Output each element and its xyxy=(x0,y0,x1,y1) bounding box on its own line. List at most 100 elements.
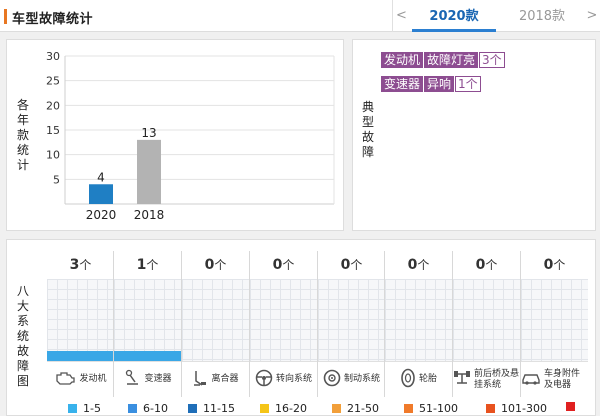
legend-label: 51-100 xyxy=(419,402,458,415)
system-column[interactable]: 1个 变速器 xyxy=(114,251,181,401)
system-column[interactable]: 0个 前后桥及悬挂系统 xyxy=(453,251,520,401)
system-fault-count: 0个 xyxy=(543,257,566,273)
year-stats-panel: 各年款统计 5 10 15 20 25 30 4 2020 13 2018 xyxy=(6,39,344,231)
legend-item: 16-20 xyxy=(260,402,307,415)
system-fault-meter xyxy=(318,279,385,361)
system-name: 发动机 xyxy=(79,374,107,384)
fault-row[interactable]: 变速器 异响 1个 xyxy=(381,76,481,92)
fault-count-tag: 3个 xyxy=(479,52,505,68)
legend-swatch xyxy=(404,404,413,413)
system-fault-count: 0个 xyxy=(340,257,363,273)
column-divider xyxy=(181,251,182,397)
legend-item xyxy=(566,402,581,411)
tab-2020[interactable]: 2020款 xyxy=(412,0,496,32)
system-fault-meter xyxy=(453,279,520,361)
legend-swatch xyxy=(68,404,77,413)
legend-label: 101-300 xyxy=(501,402,547,415)
system-fault-meter xyxy=(182,279,249,361)
system-label: 转向系统 xyxy=(250,361,317,397)
system-label: 前后桥及悬挂系统 xyxy=(453,361,520,397)
legend-label: 6-10 xyxy=(143,402,168,415)
fault-row[interactable]: 发动机 故障灯亮 3个 xyxy=(381,52,505,68)
system-fault-meter xyxy=(250,279,317,361)
bar-data-label: 4 xyxy=(97,170,105,184)
eight-systems-label: 八大系统故障图 xyxy=(16,284,29,388)
legend-item: 21-50 xyxy=(332,402,379,415)
bar-2018 xyxy=(137,139,161,204)
legend-swatch xyxy=(332,404,341,413)
system-fault-meter xyxy=(385,279,452,361)
system-name: 变速器 xyxy=(144,374,172,384)
y-tick-label: 5 xyxy=(53,173,60,186)
system-column[interactable]: 0个车身附件及电器 xyxy=(521,251,588,401)
system-label: 离合器 xyxy=(182,361,249,397)
column-divider xyxy=(317,251,318,397)
eight-systems-panel: 八大系统故障图 3个 发动机 1个 变速器 0个 离合器 0个 转向系统 0个 制动系统 0个 轮胎 0… xyxy=(6,239,596,416)
typical-faults-label: 典型故障 xyxy=(361,100,374,159)
system-name: 转向系统 xyxy=(275,374,312,384)
fault-system-tag: 变速器 xyxy=(381,76,424,92)
title-accent-bar xyxy=(4,9,7,24)
system-label: 轮胎 xyxy=(385,361,452,397)
bar-2020 xyxy=(89,184,113,204)
tire-icon xyxy=(400,368,416,392)
fault-system-tag: 发动机 xyxy=(381,52,424,68)
steering-wheel-icon xyxy=(255,369,273,391)
color-legend: 1-5 6-10 11-15 16-20 21-50 51-100 101-300 xyxy=(0,400,600,416)
fault-symptom-tag: 故障灯亮 xyxy=(424,52,479,68)
system-column[interactable]: 3个发动机 xyxy=(47,251,114,401)
system-fault-meter xyxy=(114,279,181,361)
column-divider xyxy=(249,251,250,397)
system-column[interactable]: 0个转向系统 xyxy=(250,251,317,401)
column-divider xyxy=(452,251,453,397)
axle-icon xyxy=(453,369,471,391)
system-fault-fill xyxy=(114,351,181,361)
legend-swatch xyxy=(566,402,575,411)
system-name: 离合器 xyxy=(211,374,239,384)
brake-disc-icon xyxy=(323,369,341,391)
system-name: 轮胎 xyxy=(418,374,437,384)
system-fault-count: 3个 xyxy=(69,257,92,273)
y-tick-label: 20 xyxy=(46,99,60,112)
system-column[interactable]: 0个轮胎 xyxy=(385,251,452,401)
system-name: 制动系统 xyxy=(343,374,380,384)
system-fault-count: 0个 xyxy=(272,257,295,273)
next-arrow-button[interactable]: > xyxy=(584,0,600,32)
engine-icon xyxy=(54,370,76,390)
column-divider xyxy=(520,251,521,397)
legend-label: 21-50 xyxy=(347,402,379,415)
legend-swatch xyxy=(188,404,197,413)
system-name: 车身附件及电器 xyxy=(544,368,581,390)
legend-swatch xyxy=(128,404,137,413)
system-column[interactable]: 0个制动系统 xyxy=(318,251,385,401)
x-tick-label: 2020 xyxy=(86,208,117,222)
typical-faults-panel: 典型故障 发动机 故障灯亮 3个 变速器 异响 1个 xyxy=(352,39,596,231)
tab-2018[interactable]: 2018款 xyxy=(500,0,584,32)
legend-label: 1-5 xyxy=(83,402,101,415)
header-bar: 车型故障统计 < 2020款 2018款 > xyxy=(0,0,600,32)
legend-label: 11-15 xyxy=(203,402,235,415)
prev-arrow-button[interactable]: < xyxy=(392,0,410,32)
legend-item: 11-15 xyxy=(188,402,235,415)
fault-symptom-tag: 异响 xyxy=(424,76,455,92)
legend-item: 6-10 xyxy=(128,402,168,415)
x-tick-label: 2018 xyxy=(134,208,165,222)
bar-data-label: 13 xyxy=(141,126,156,140)
legend-item: 1-5 xyxy=(68,402,101,415)
system-fault-meter xyxy=(47,279,114,361)
system-label: 变速器 xyxy=(114,361,181,397)
gear-shift-icon xyxy=(123,369,141,391)
y-tick-label: 15 xyxy=(46,124,60,137)
year-bar-chart: 5 10 15 20 25 30 4 2020 13 2018 xyxy=(46,50,335,222)
system-fault-meter xyxy=(521,279,588,361)
legend-swatch xyxy=(260,404,269,413)
column-divider xyxy=(384,251,385,397)
system-column[interactable]: 0个 离合器 xyxy=(182,251,249,401)
legend-swatch xyxy=(486,404,495,413)
system-fault-count: 0个 xyxy=(407,257,430,273)
fault-count-tag: 1个 xyxy=(455,76,481,92)
system-name: 前后桥及悬挂系统 xyxy=(474,368,520,390)
legend-item: 101-300 xyxy=(486,402,547,415)
system-label: 发动机 xyxy=(47,361,114,397)
legend-label: 16-20 xyxy=(275,402,307,415)
